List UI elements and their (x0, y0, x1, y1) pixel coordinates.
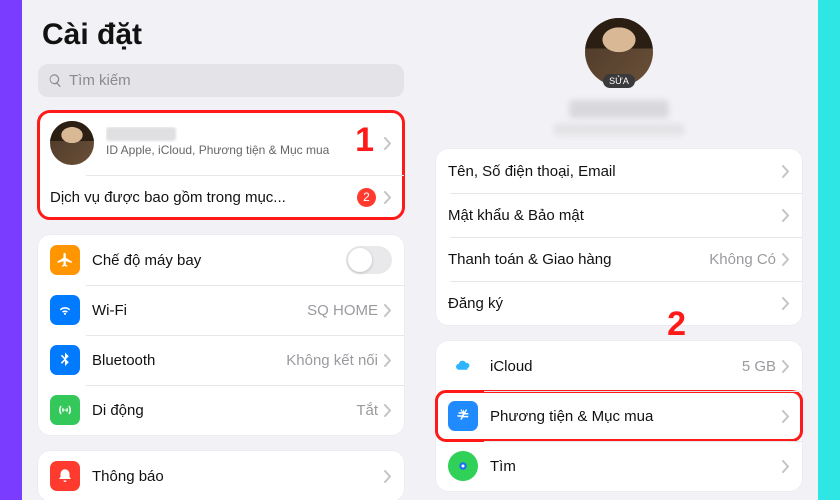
row-label: Phương tiện & Mục mua (490, 408, 782, 425)
row-label: Bluetooth (92, 352, 286, 369)
wifi-row[interactable]: Wi-Fi SQ HOME (38, 285, 404, 335)
cellular-icon (50, 395, 80, 425)
page-title: Cài đặt (42, 18, 404, 52)
row-label: iCloud (490, 358, 742, 375)
airplane-icon (50, 245, 80, 275)
settings-root-panel: Cài đặt Tìm kiếm ID Apple, iCloud, Phươn… (22, 0, 420, 500)
chevron-right-icon (384, 470, 392, 483)
payment-shipping-row[interactable]: Thanh toán & Giao hàng Không Có (436, 237, 802, 281)
search-icon (48, 73, 63, 88)
findmy-icon (448, 451, 478, 481)
decorative-right-edge (818, 0, 840, 500)
row-value: Không Có (709, 251, 776, 268)
chevron-right-icon (782, 165, 790, 178)
name-phone-email-row[interactable]: Tên, Số điện thoại, Email (436, 149, 802, 193)
media-purchases-row[interactable]: Phương tiện & Mục mua (436, 391, 802, 441)
edit-avatar-button[interactable]: SỬA (603, 74, 635, 88)
find-my-row[interactable]: Tìm (436, 441, 802, 491)
chevron-right-icon (782, 460, 790, 473)
chevron-right-icon (384, 404, 392, 417)
icloud-row[interactable]: iCloud 5 GB (436, 341, 802, 391)
account-info-group: Tên, Số điện thoại, Email Mật khẩu & Bảo… (436, 149, 802, 325)
chevron-right-icon (782, 410, 790, 423)
row-value: 5 GB (742, 358, 776, 375)
row-label: Di động (92, 402, 356, 419)
decorative-left-edge (0, 0, 22, 500)
row-label: Chế độ máy bay (92, 252, 346, 269)
row-label: Mật khẩu & Bảo mật (448, 207, 782, 224)
included-services-row[interactable]: Dịch vụ được bao gồm trong mục... 2 (38, 175, 404, 219)
notifications-group: Thông báo (38, 451, 404, 500)
chevron-right-icon (384, 304, 392, 317)
chevron-right-icon (384, 354, 392, 367)
search-input[interactable]: Tìm kiếm (38, 64, 404, 97)
services-group: iCloud 5 GB Phương tiện & Mục mua Tìm (436, 341, 802, 491)
bluetooth-row[interactable]: Bluetooth Không kết nối (38, 335, 404, 385)
apple-id-group: ID Apple, iCloud, Phương tiện & Mục mua … (38, 111, 404, 219)
row-label: Wi-Fi (92, 302, 307, 319)
airplane-mode-row[interactable]: Chế độ máy bay (38, 235, 404, 285)
notification-icon (50, 461, 80, 491)
row-label: Dịch vụ được bao gồm trong mục... (50, 189, 357, 206)
chevron-right-icon (384, 191, 392, 204)
bluetooth-icon (50, 345, 80, 375)
chevron-right-icon (782, 209, 790, 222)
password-security-row[interactable]: Mật khẩu & Bảo mật (436, 193, 802, 237)
search-placeholder: Tìm kiếm (69, 72, 131, 89)
profile-header: SỬA (432, 14, 806, 149)
row-label: Thanh toán & Giao hàng (448, 251, 709, 268)
row-label: Đăng ký (448, 295, 782, 312)
airplane-switch[interactable] (346, 246, 392, 274)
appstore-icon (448, 401, 478, 431)
status-badge: 2 (357, 188, 376, 207)
chevron-right-icon (384, 137, 392, 150)
apple-id-panel: SỬA Tên, Số điện thoại, Email Mật khẩu &… (420, 0, 818, 500)
subscriptions-row[interactable]: Đăng ký (436, 281, 802, 325)
row-value: SQ HOME (307, 302, 378, 319)
chevron-right-icon (782, 360, 790, 373)
row-label: Thông báo (92, 468, 384, 485)
wifi-icon (50, 295, 80, 325)
profile-name-blurred (569, 100, 669, 118)
row-label: Tên, Số điện thoại, Email (448, 163, 782, 180)
row-value: Không kết nối (286, 352, 378, 369)
chevron-right-icon (782, 253, 790, 266)
row-value: Tắt (356, 402, 378, 419)
notifications-row[interactable]: Thông báo (38, 451, 404, 500)
chevron-right-icon (782, 297, 790, 310)
connectivity-group: Chế độ máy bay Wi-Fi SQ HOME Bluetooth K… (38, 235, 404, 435)
apple-id-row[interactable]: ID Apple, iCloud, Phương tiện & Mục mua (38, 111, 404, 175)
profile-subtitle: ID Apple, iCloud, Phương tiện & Mục mua (106, 143, 384, 159)
cellular-row[interactable]: Di động Tắt (38, 385, 404, 435)
profile-email-blurred (554, 124, 684, 135)
profile-name-blurred (106, 127, 176, 141)
row-label: Tìm (490, 458, 782, 475)
avatar (50, 121, 94, 165)
icloud-icon (448, 351, 478, 381)
